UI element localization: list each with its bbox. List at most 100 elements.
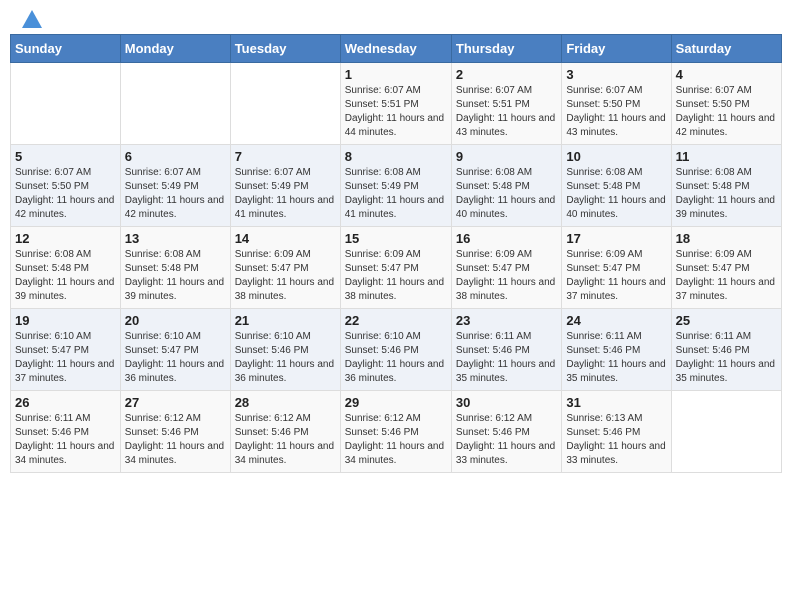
calendar-cell: 12 Sunrise: 6:08 AM Sunset: 5:48 PM Dayli… <box>11 227 121 309</box>
day-number: 12 <box>15 231 116 246</box>
day-info: Sunrise: 6:07 AM Sunset: 5:49 PM Dayligh… <box>235 166 336 222</box>
calendar-cell: 13 Sunrise: 6:08 AM Sunset: 5:48 PM Dayli… <box>120 227 230 309</box>
day-info: Sunrise: 6:07 AM Sunset: 5:50 PM Dayligh… <box>566 84 666 140</box>
day-number: 7 <box>235 149 336 164</box>
calendar-cell <box>671 391 781 473</box>
day-number: 31 <box>566 395 666 410</box>
day-info: Sunrise: 6:07 AM Sunset: 5:51 PM Dayligh… <box>345 84 447 140</box>
day-number: 14 <box>235 231 336 246</box>
day-number: 26 <box>15 395 116 410</box>
day-number: 13 <box>125 231 226 246</box>
day-info: Sunrise: 6:11 AM Sunset: 5:46 PM Dayligh… <box>15 412 116 468</box>
calendar-cell: 3 Sunrise: 6:07 AM Sunset: 5:50 PM Daylig… <box>562 63 671 145</box>
day-info: Sunrise: 6:09 AM Sunset: 5:47 PM Dayligh… <box>345 248 447 304</box>
calendar-cell: 30 Sunrise: 6:12 AM Sunset: 5:46 PM Dayli… <box>451 391 561 473</box>
calendar-cell: 16Sunrise: 6:09 AM Sunset: 5:47 PM Dayli… <box>451 227 561 309</box>
day-number: 21 <box>235 313 336 328</box>
day-number: 15 <box>345 231 447 246</box>
calendar-week-row: 12 Sunrise: 6:08 AM Sunset: 5:48 PM Dayli… <box>11 227 782 309</box>
calendar-cell: 20Sunrise: 6:10 AM Sunset: 5:47 PM Dayli… <box>120 309 230 391</box>
calendar-cell: 23 Sunrise: 6:11 AM Sunset: 5:46 PM Dayli… <box>451 309 561 391</box>
logo <box>18 14 42 22</box>
calendar-week-row: 26 Sunrise: 6:11 AM Sunset: 5:46 PM Dayli… <box>11 391 782 473</box>
calendar-cell: 11 Sunrise: 6:08 AM Sunset: 5:48 PM Dayli… <box>671 145 781 227</box>
day-number: 25 <box>676 313 777 328</box>
calendar-week-row: 5 Sunrise: 6:07 AM Sunset: 5:50 PM Daylig… <box>11 145 782 227</box>
day-info: Sunrise: 6:08 AM Sunset: 5:49 PM Dayligh… <box>345 166 447 222</box>
calendar-cell: 9 Sunrise: 6:08 AM Sunset: 5:48 PM Daylig… <box>451 145 561 227</box>
page-header <box>10 10 782 26</box>
day-info: Sunrise: 6:08 AM Sunset: 5:48 PM Dayligh… <box>676 166 777 222</box>
calendar-cell: 15 Sunrise: 6:09 AM Sunset: 5:47 PM Dayli… <box>340 227 451 309</box>
day-number: 18 <box>676 231 777 246</box>
day-info: Sunrise: 6:10 AM Sunset: 5:47 PM Dayligh… <box>15 330 116 386</box>
day-info: Sunrise: 6:08 AM Sunset: 5:48 PM Dayligh… <box>15 248 116 304</box>
day-number: 29 <box>345 395 447 410</box>
day-info: Sunrise: 6:09 AM Sunset: 5:47 PM Dayligh… <box>676 248 777 304</box>
day-info: Sunrise: 6:12 AM Sunset: 5:46 PM Dayligh… <box>235 412 336 468</box>
day-number: 20 <box>125 313 226 328</box>
calendar-cell: 31 Sunrise: 6:13 AM Sunset: 5:46 PM Dayli… <box>562 391 671 473</box>
day-info: Sunrise: 6:09 AM Sunset: 5:47 PM Dayligh… <box>456 248 557 304</box>
day-info: Sunrise: 6:07 AM Sunset: 5:51 PM Dayligh… <box>456 84 557 140</box>
weekday-header-monday: Monday <box>120 35 230 63</box>
calendar-cell: 4 Sunrise: 6:07 AM Sunset: 5:50 PM Daylig… <box>671 63 781 145</box>
weekday-header-sunday: Sunday <box>11 35 121 63</box>
day-info: Sunrise: 6:08 AM Sunset: 5:48 PM Dayligh… <box>125 248 226 304</box>
day-number: 6 <box>125 149 226 164</box>
day-number: 5 <box>15 149 116 164</box>
day-number: 27 <box>125 395 226 410</box>
calendar-cell: 8 Sunrise: 6:08 AM Sunset: 5:49 PM Daylig… <box>340 145 451 227</box>
calendar-cell: 18 Sunrise: 6:09 AM Sunset: 5:47 PM Dayli… <box>671 227 781 309</box>
calendar-cell: 25 Sunrise: 6:11 AM Sunset: 5:46 PM Dayli… <box>671 309 781 391</box>
day-number: 2 <box>456 67 557 82</box>
calendar-cell: 6 Sunrise: 6:07 AM Sunset: 5:49 PM Daylig… <box>120 145 230 227</box>
day-number: 30 <box>456 395 557 410</box>
calendar-cell: 10 Sunrise: 6:08 AM Sunset: 5:48 PM Dayli… <box>562 145 671 227</box>
day-number: 24 <box>566 313 666 328</box>
day-number: 22 <box>345 313 447 328</box>
calendar-cell: 21 Sunrise: 6:10 AM Sunset: 5:46 PM Dayli… <box>230 309 340 391</box>
day-number: 4 <box>676 67 777 82</box>
day-number: 3 <box>566 67 666 82</box>
calendar-cell: 7 Sunrise: 6:07 AM Sunset: 5:49 PM Daylig… <box>230 145 340 227</box>
day-number: 11 <box>676 149 777 164</box>
calendar-cell: 22 Sunrise: 6:10 AM Sunset: 5:46 PM Dayli… <box>340 309 451 391</box>
day-number: 28 <box>235 395 336 410</box>
day-info: Sunrise: 6:07 AM Sunset: 5:49 PM Dayligh… <box>125 166 226 222</box>
calendar-cell: 5 Sunrise: 6:07 AM Sunset: 5:50 PM Daylig… <box>11 145 121 227</box>
day-info: Sunrise: 6:07 AM Sunset: 5:50 PM Dayligh… <box>676 84 777 140</box>
day-number: 8 <box>345 149 447 164</box>
calendar-cell: 1 Sunrise: 6:07 AM Sunset: 5:51 PM Daylig… <box>340 63 451 145</box>
day-info: Sunrise: 6:11 AM Sunset: 5:46 PM Dayligh… <box>456 330 557 386</box>
day-number: 9 <box>456 149 557 164</box>
day-number: 17 <box>566 231 666 246</box>
day-info: Sunrise: 6:08 AM Sunset: 5:48 PM Dayligh… <box>456 166 557 222</box>
calendar-cell: 28 Sunrise: 6:12 AM Sunset: 5:46 PM Dayli… <box>230 391 340 473</box>
calendar-cell <box>230 63 340 145</box>
day-info: Sunrise: 6:11 AM Sunset: 5:46 PM Dayligh… <box>566 330 666 386</box>
day-number: 10 <box>566 149 666 164</box>
day-info: Sunrise: 6:07 AM Sunset: 5:50 PM Dayligh… <box>15 166 116 222</box>
calendar-table: SundayMondayTuesdayWednesdayThursdayFrid… <box>10 34 782 473</box>
weekday-header-friday: Friday <box>562 35 671 63</box>
weekday-header-wednesday: Wednesday <box>340 35 451 63</box>
calendar-cell: 27 Sunrise: 6:12 AM Sunset: 5:46 PM Dayli… <box>120 391 230 473</box>
weekday-header-row: SundayMondayTuesdayWednesdayThursdayFrid… <box>11 35 782 63</box>
day-number: 1 <box>345 67 447 82</box>
day-info: Sunrise: 6:09 AM Sunset: 5:47 PM Dayligh… <box>566 248 666 304</box>
calendar-cell <box>120 63 230 145</box>
day-number: 19 <box>15 313 116 328</box>
calendar-cell <box>11 63 121 145</box>
day-info: Sunrise: 6:12 AM Sunset: 5:46 PM Dayligh… <box>456 412 557 468</box>
day-info: Sunrise: 6:12 AM Sunset: 5:46 PM Dayligh… <box>125 412 226 468</box>
day-info: Sunrise: 6:10 AM Sunset: 5:46 PM Dayligh… <box>235 330 336 386</box>
day-info: Sunrise: 6:08 AM Sunset: 5:48 PM Dayligh… <box>566 166 666 222</box>
day-info: Sunrise: 6:11 AM Sunset: 5:46 PM Dayligh… <box>676 330 777 386</box>
day-info: Sunrise: 6:09 AM Sunset: 5:47 PM Dayligh… <box>235 248 336 304</box>
day-info: Sunrise: 6:12 AM Sunset: 5:46 PM Dayligh… <box>345 412 447 468</box>
day-number: 23 <box>456 313 557 328</box>
day-info: Sunrise: 6:10 AM Sunset: 5:46 PM Dayligh… <box>345 330 447 386</box>
day-info: Sunrise: 6:13 AM Sunset: 5:46 PM Dayligh… <box>566 412 666 468</box>
weekday-header-thursday: Thursday <box>451 35 561 63</box>
